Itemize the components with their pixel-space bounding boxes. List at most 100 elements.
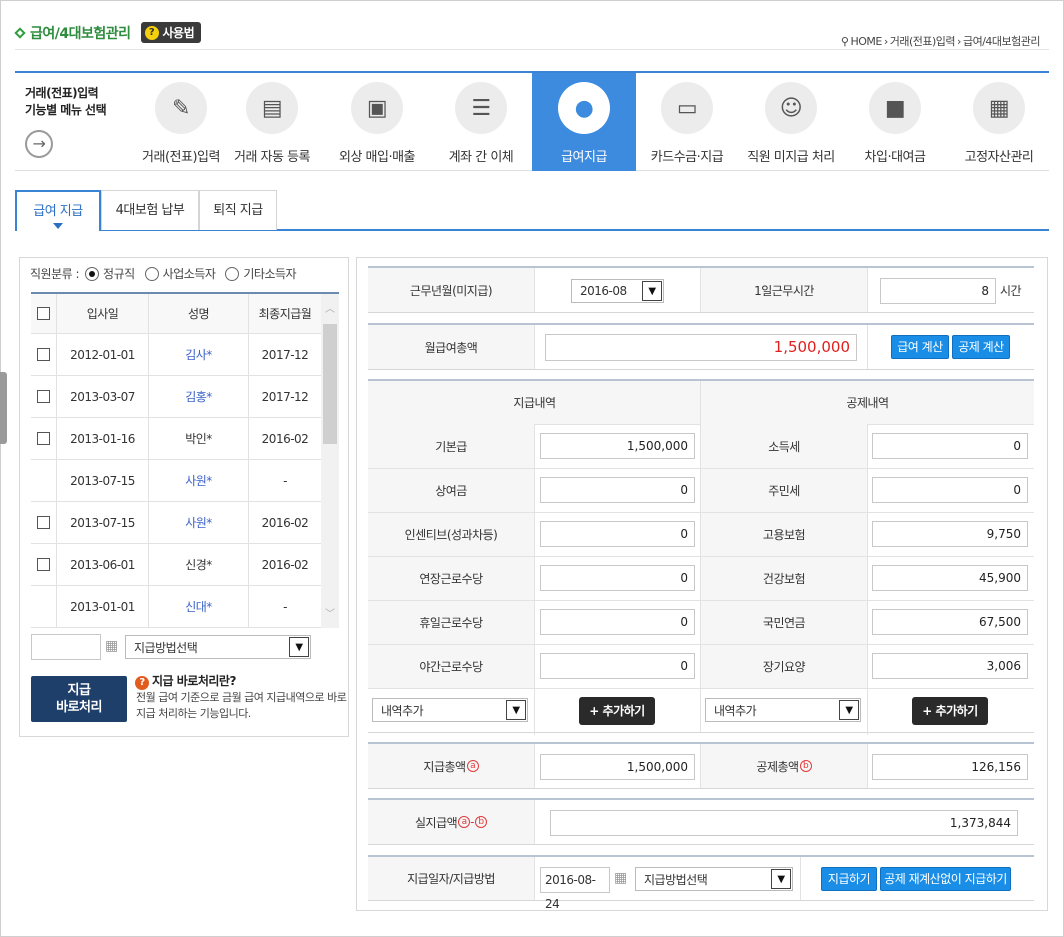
radio-business[interactable] (144, 266, 159, 281)
pay-date-input[interactable]: 2016-08-24 (540, 867, 610, 911)
row-checkbox[interactable] (37, 558, 50, 571)
howto-button[interactable]: ? 사용법 (140, 22, 202, 43)
tab-salary-pay[interactable]: 급여 지급 (15, 190, 101, 231)
row-checkbox[interactable] (37, 516, 50, 529)
pay-date-label: 지급일자/지급방법 (368, 857, 534, 900)
deduct-item-label: 장기요양 (701, 644, 867, 688)
pay-item-input[interactable]: 1,500,000 (540, 433, 695, 459)
menu-item-loan[interactable]: ■ 차입·대여금 (843, 73, 947, 171)
pay-button[interactable]: 지급하기 (821, 867, 877, 891)
side-handle[interactable] (0, 372, 7, 444)
deduct-total-input[interactable]: 126,156 (872, 754, 1028, 780)
menu-item-card[interactable]: ▭ 카드수금·지급 (635, 73, 739, 171)
chevron-right-icon: › (957, 34, 961, 48)
chevron-down-icon: ▼ (771, 869, 791, 889)
net-pay-input[interactable]: 1,373,844 (550, 810, 1018, 836)
radio-label: 기타소득자 (243, 267, 297, 281)
scrollbar[interactable]: ︿ ﹀ (321, 294, 339, 628)
pay-item-input[interactable]: 0 (540, 565, 695, 591)
tab-insurance[interactable]: 4대보험 납부 (101, 190, 199, 230)
row-divider (368, 468, 1034, 469)
scroll-thumb[interactable] (323, 324, 337, 444)
menu-item-asset[interactable]: ▦ 고정자산관리 (947, 73, 1051, 171)
breadcrumb-home[interactable]: HOME (850, 35, 882, 48)
deduct-item-input[interactable]: 45,900 (872, 565, 1028, 591)
menu-item-salary[interactable]: ● 급여지급 (532, 73, 636, 171)
table-row[interactable]: 2013-03-07 김홍* 2017-12 (31, 376, 321, 418)
row-divider (368, 644, 1034, 645)
row-checkbox[interactable] (37, 432, 50, 445)
caret-down-icon (53, 223, 63, 229)
pay-item-input[interactable]: 0 (540, 477, 695, 503)
menu-item-unpaid[interactable]: ☺ 직원 미지급 처리 (739, 73, 843, 171)
daily-hours-input[interactable]: 8 (880, 278, 996, 304)
salary-form: 근무년월(미지급) 2016-08 ▼ 1일근무시간 8 시간 월급여총액 1,5… (356, 257, 1048, 911)
menu-item-auto-register[interactable]: ▤ 거래 자동 등록 (220, 73, 324, 171)
deduct-item-input[interactable]: 0 (872, 477, 1028, 503)
pay-add-select[interactable]: 내역추가 ▼ (372, 698, 528, 722)
select-all-checkbox[interactable] (37, 307, 50, 320)
pay-add-button[interactable]: + 추가하기 (579, 697, 655, 725)
label-text: 공제총액 (756, 759, 799, 774)
pay-date-row: 지급일자/지급방법 2016-08-24 ▦ 지급방법선택 ▼ 지급하기 공제 재… (368, 855, 1034, 911)
row-checkbox[interactable] (37, 390, 50, 403)
table-row[interactable]: 2013-07-15 사원* 2016-02 (31, 502, 321, 544)
radio-other[interactable] (225, 266, 240, 281)
tab-retirement[interactable]: 퇴직 지급 (199, 190, 277, 230)
scroll-down-icon[interactable]: ﹀ (325, 605, 335, 620)
person-icon: ● (558, 82, 610, 134)
deduct-add-button[interactable]: + 추가하기 (912, 697, 988, 725)
table-row[interactable]: 2013-01-16 박인* 2016-02 (31, 418, 321, 460)
page-title: 급여/4대보험관리 (30, 25, 131, 42)
monthly-total-input[interactable]: 1,500,000 (545, 334, 857, 361)
money-icon: ▣ (351, 82, 403, 134)
pay-without-recalc-button[interactable]: 공제 재계산없이 지급하기 (880, 867, 1011, 891)
employee-name-cell[interactable]: 신경* (149, 544, 249, 585)
row-checkbox[interactable] (37, 348, 50, 361)
employee-name-cell[interactable]: 김홍* (149, 376, 249, 417)
radio-regular[interactable] (85, 266, 100, 281)
arrow-right-icon[interactable]: → (25, 130, 53, 158)
employee-name-cell[interactable]: 사원* (149, 460, 249, 501)
quick-pay-button[interactable]: 지급 바로처리 (31, 676, 127, 722)
calendar-icon[interactable]: ▦ (105, 638, 118, 654)
menu-item-transfer[interactable]: ☰ 계좌 간 이체 (429, 73, 533, 171)
table-row[interactable]: 2013-06-01 신경* 2016-02 (31, 544, 321, 586)
deduct-add-select[interactable]: 내역추가 ▼ (705, 698, 861, 722)
pay-method-select[interactable]: 지급방법선택 ▼ (635, 867, 793, 891)
employee-name-cell[interactable]: 김사* (149, 334, 249, 375)
deduct-item-input[interactable]: 0 (872, 433, 1028, 459)
breadcrumb-voucher[interactable]: 거래(전표)입력 (890, 33, 956, 49)
calc-salary-button[interactable]: 급여 계산 (891, 335, 949, 359)
pay-item-input[interactable]: 0 (540, 521, 695, 547)
deduct-total-label: 공제총액 b (701, 744, 867, 788)
calc-deduct-button[interactable]: 공제 계산 (952, 335, 1010, 359)
deduct-item-input[interactable]: 67,500 (872, 609, 1028, 635)
receipt-icon: ☰ (455, 82, 507, 134)
chevron-down-icon: ▼ (289, 637, 309, 657)
pay-item-label: 인센티브(성과차등) (368, 512, 534, 556)
scroll-up-icon[interactable]: ︿ (325, 300, 335, 315)
row-checkbox-cell (31, 544, 57, 585)
pay-total-input[interactable]: 1,500,000 (540, 754, 695, 780)
location-pin-icon: ⚲ (840, 34, 849, 48)
menu-item-voucher[interactable]: ✎ 거래(전표)입력 (129, 73, 233, 171)
menu-item-credit[interactable]: ▣ 외상 매입·매출 (325, 73, 429, 171)
net-label: 실지급액 a - b (368, 800, 534, 844)
pay-date-input[interactable] (31, 634, 101, 660)
employee-name-cell[interactable]: 신대* (149, 586, 249, 627)
work-month-select[interactable]: 2016-08 ▼ (571, 279, 664, 303)
calendar-icon[interactable]: ▦ (614, 870, 627, 886)
pay-method-select[interactable]: 지급방법선택 ▼ (125, 635, 311, 659)
deduct-item-input[interactable]: 3,006 (872, 653, 1028, 679)
row-checkbox-cell (31, 334, 57, 375)
employee-name-cell[interactable]: 박인* (149, 418, 249, 459)
deduct-item-input[interactable]: 9,750 (872, 521, 1028, 547)
hire-date-cell: 2012-01-01 (57, 334, 149, 375)
table-row[interactable]: 2013-07-15 사원* - (31, 460, 321, 502)
employee-name-cell[interactable]: 사원* (149, 502, 249, 543)
pay-item-input[interactable]: 0 (540, 609, 695, 635)
pay-item-input[interactable]: 0 (540, 653, 695, 679)
table-row[interactable]: 2012-01-01 김사* 2017-12 (31, 334, 321, 376)
table-row[interactable]: 2013-01-01 신대* - (31, 586, 321, 628)
